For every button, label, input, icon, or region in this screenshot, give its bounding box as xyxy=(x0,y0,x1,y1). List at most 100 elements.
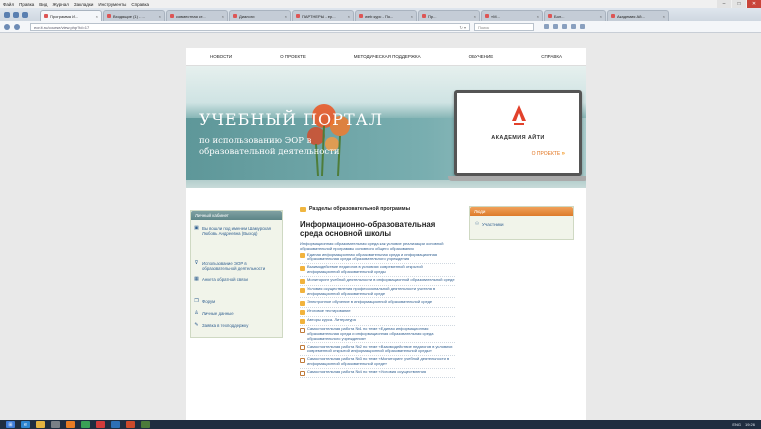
nav-method[interactable]: МЕТОДИЧЕСКАЯ ПОДДЕРЖКА xyxy=(354,54,421,59)
sidebar-item-course[interactable]: ⊽ Использование ЭОР в образовательной де… xyxy=(191,261,279,272)
ie-icon[interactable]: e xyxy=(21,421,30,428)
browser-tab[interactable]: Диалоги × xyxy=(229,10,291,21)
powerpoint-icon[interactable] xyxy=(126,421,135,428)
nav-about[interactable]: О ПРОЕКТЕ xyxy=(280,54,306,59)
tab-label: Бол... xyxy=(554,13,565,19)
module-link[interactable]: Электронное обучение в информационной об… xyxy=(300,299,455,308)
module-label: Итоговое тестирование xyxy=(307,308,351,314)
sidebar-item-profile[interactable]: ♙ Личные данные xyxy=(191,311,279,317)
search-input[interactable]: Поиск xyxy=(474,22,534,31)
download-icon[interactable] xyxy=(553,24,558,29)
tab-nav-icons xyxy=(2,9,40,21)
close-tab-icon[interactable]: × xyxy=(348,14,350,19)
opera-icon[interactable] xyxy=(96,421,105,428)
browser-tab[interactable]: Программа И... × xyxy=(40,10,102,21)
browser-tab[interactable]: Пр... × xyxy=(418,10,480,21)
close-tab-icon[interactable]: × xyxy=(222,14,224,19)
forward-icon[interactable] xyxy=(14,23,20,30)
star-icon[interactable] xyxy=(544,24,549,29)
module-link[interactable]: Самостоятельная работа №3 по теме «Монит… xyxy=(300,356,455,369)
module-link[interactable]: Самостоятельная работа №2 по теме «Взаим… xyxy=(300,343,455,356)
firefox-taskbar-icon[interactable] xyxy=(66,421,75,428)
browser-tab[interactable]: Бол... × xyxy=(544,10,606,21)
browser-tab[interactable]: web курс - По... × xyxy=(355,10,417,21)
browser-tab[interactable]: Входящие (1) - ... × xyxy=(103,10,165,21)
firefox-icon[interactable] xyxy=(4,12,10,18)
favicon-icon xyxy=(611,14,615,18)
about-project-link[interactable]: О ПРОЕКТЕ » xyxy=(532,151,565,157)
wrench-icon: ✎ xyxy=(194,322,199,328)
forum-icon: ❐ xyxy=(194,298,199,304)
close-tab-icon[interactable]: × xyxy=(474,14,476,19)
logged-in-text[interactable]: Вы вошли под именем Шамурская Любовь Анд… xyxy=(202,226,276,236)
module-label: Самостоятельная работа №3 по теме «Монит… xyxy=(307,356,450,367)
module-folder-icon xyxy=(300,265,305,271)
module-folder-icon xyxy=(300,253,305,259)
academy-brand: АКАДЕМИЯ АЙТИ xyxy=(491,135,545,141)
tab-label: «М... xyxy=(491,13,500,19)
clock[interactable]: 19:26 xyxy=(745,422,755,427)
sidebar-item-forum[interactable]: ❐ Форум xyxy=(191,298,279,305)
browser-tab[interactable]: совместная ст... × xyxy=(166,10,228,21)
module-link[interactable]: Самостоятельная работа №1 по теме «Едина… xyxy=(300,327,455,344)
nav-learning[interactable]: ОБУЧЕНИЕ xyxy=(469,54,494,59)
nav-news[interactable]: НОВОСТИ xyxy=(210,54,232,59)
module-link[interactable]: Взаимодействие педагогов в условиях совр… xyxy=(300,265,455,277)
menu-icon[interactable] xyxy=(580,24,585,29)
module-link[interactable]: Мониторинг учебной деятельности в информ… xyxy=(300,278,455,286)
menu-item[interactable]: Справка xyxy=(131,2,149,7)
maximize-button[interactable]: □ xyxy=(732,0,746,8)
close-tab-icon[interactable]: × xyxy=(411,14,413,19)
participants-link[interactable]: ⚇ Участники xyxy=(470,216,573,232)
addon-icon[interactable] xyxy=(571,24,576,29)
survey-icon: ▦ xyxy=(194,276,199,282)
close-tab-icon[interactable]: × xyxy=(96,14,98,19)
module-label: Самостоятельная работа №4 по теме «Услов… xyxy=(307,369,427,375)
lang-indicator[interactable]: ENG xyxy=(732,422,741,427)
academy-logo-icon xyxy=(512,105,526,125)
chrome-icon[interactable] xyxy=(81,421,90,428)
back-icon[interactable] xyxy=(4,23,10,30)
reload-icon[interactable]: ↻ ▾ xyxy=(460,24,469,30)
app-icon[interactable] xyxy=(141,421,150,428)
close-window-button[interactable]: ✕ xyxy=(747,0,761,8)
people-heading: Люди xyxy=(470,207,573,216)
module-link[interactable]: Единая информационная образовательная ср… xyxy=(300,252,455,264)
nav-help[interactable]: СПРАВКА xyxy=(541,54,562,59)
bookmark-icon[interactable] xyxy=(13,12,19,18)
module-link[interactable]: Самостоятельная работа №4 по теме «Услов… xyxy=(300,370,455,378)
word-icon[interactable] xyxy=(111,421,120,428)
browser-tab[interactable]: Академия Ай... × xyxy=(607,10,669,21)
favicon-icon xyxy=(296,14,300,18)
sidebar-item-support[interactable]: ✎ Заявка в техподдержку xyxy=(191,322,279,329)
menu-item[interactable]: Инструменты xyxy=(98,2,126,7)
close-tab-icon[interactable]: × xyxy=(285,14,287,19)
close-tab-icon[interactable]: × xyxy=(600,14,602,19)
close-tab-icon[interactable]: × xyxy=(537,14,539,19)
module-link[interactable]: Авторы курса. Литература xyxy=(300,318,455,326)
intro-link[interactable]: Информационная образовательная среда как… xyxy=(300,241,455,251)
menu-item[interactable]: Вид xyxy=(39,2,47,7)
media-icon[interactable] xyxy=(51,421,60,428)
menu-item[interactable]: Правка xyxy=(19,2,34,7)
personal-cabinet-block: Личный кабинет ▣ Вы вошли под именем Шам… xyxy=(190,210,283,338)
intro-label: Информационная образовательная среда как… xyxy=(300,241,444,251)
module-label: Самостоятельная работа №2 по теме «Взаим… xyxy=(307,343,453,354)
minimize-button[interactable]: – xyxy=(717,0,731,8)
home-icon[interactable] xyxy=(562,24,567,29)
menu-item[interactable]: Закладки xyxy=(74,2,93,7)
close-tab-icon[interactable]: × xyxy=(159,14,161,19)
url-bar[interactable]: eor.it.ru/course/view.php?id=17 ↻ ▾ xyxy=(30,22,470,31)
sidebar-item-label: Личные данные xyxy=(202,311,234,316)
explorer-icon[interactable] xyxy=(36,421,45,428)
browser-tab[interactable]: ПАРТНЕРЫ - ер... × xyxy=(292,10,354,21)
page-icon[interactable] xyxy=(22,12,28,18)
close-tab-icon[interactable]: × xyxy=(663,14,665,19)
module-link[interactable]: Условия осуществления профессиональной д… xyxy=(300,286,455,299)
sidebar-item-feedback[interactable]: ▦ Анкета обратной связи xyxy=(191,276,279,283)
browser-tab[interactable]: «М... × xyxy=(481,10,543,21)
windows-start-icon[interactable]: ⊞ xyxy=(6,421,15,428)
menu-item[interactable]: Журнал xyxy=(52,2,68,7)
module-link[interactable]: Итоговое тестирование xyxy=(300,309,455,317)
menu-item[interactable]: Файл xyxy=(3,2,14,7)
